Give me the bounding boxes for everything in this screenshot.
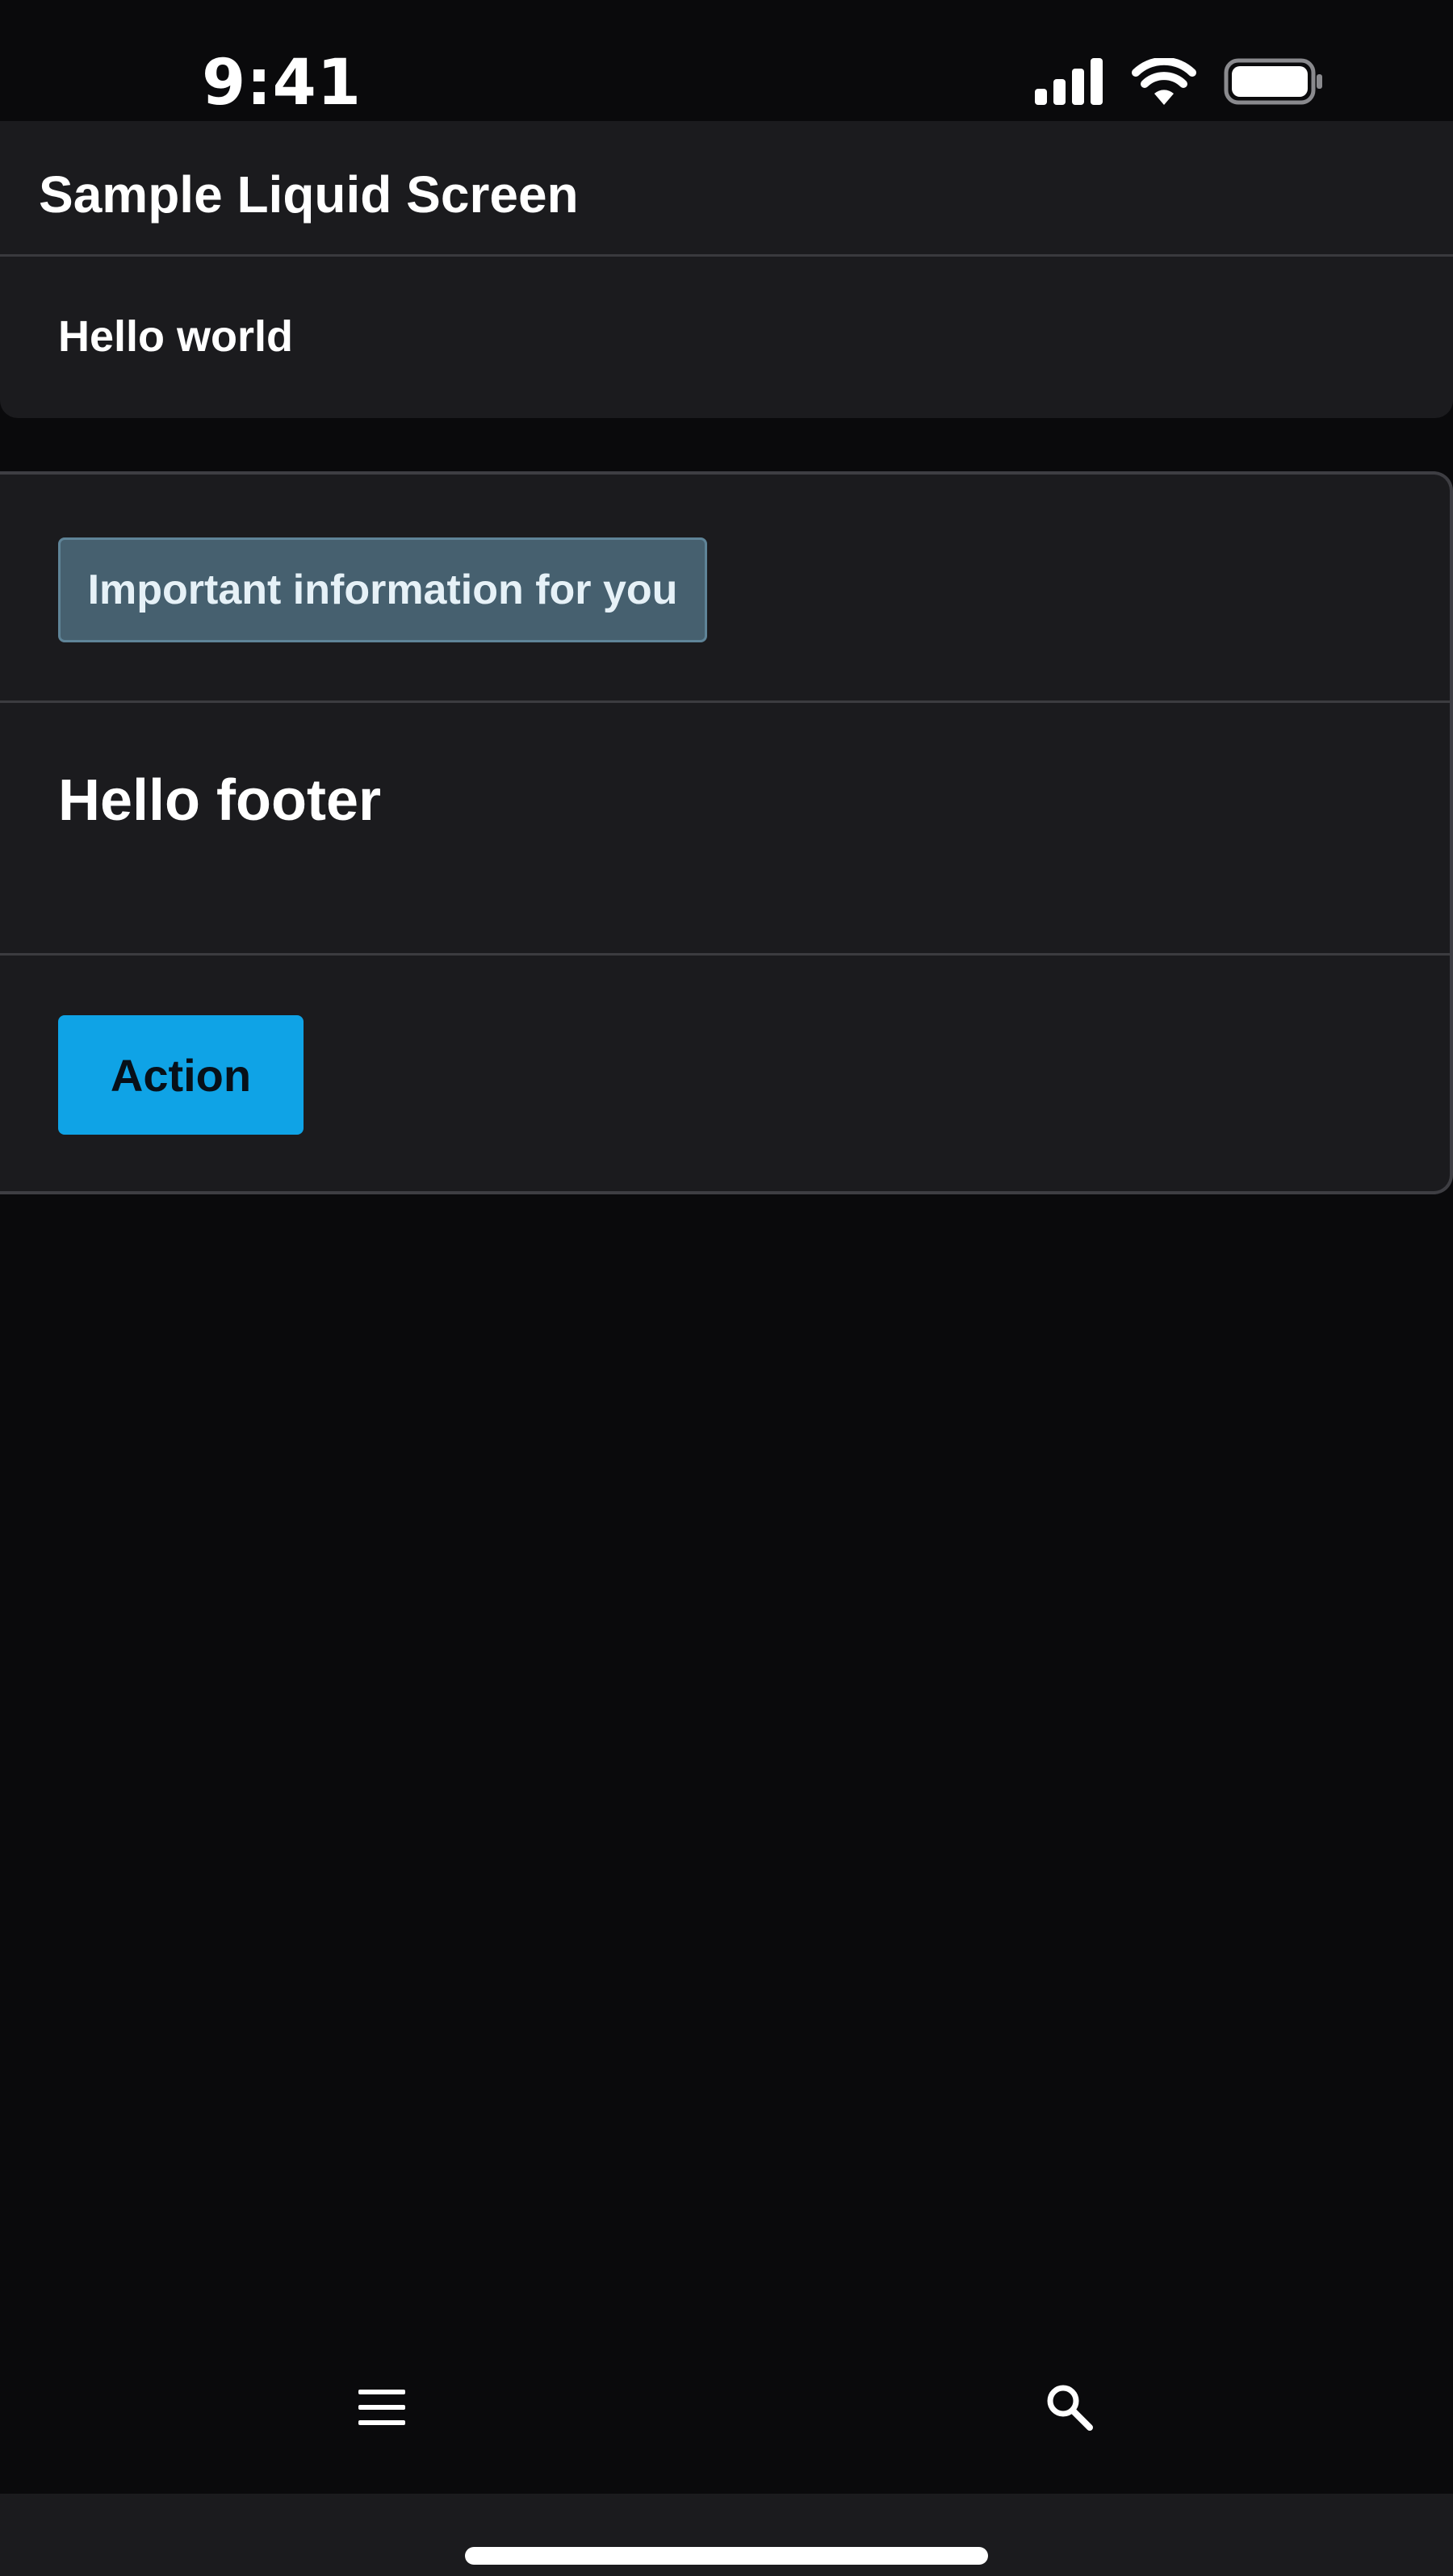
footer-text: Hello footer (58, 768, 382, 833)
menu-icon (358, 2389, 405, 2429)
page-title: Sample Liquid Screen (39, 165, 579, 224)
status-time: 9:41 (202, 47, 362, 119)
greeting-text: Hello world (58, 312, 294, 361)
cellular-signal-icon (1035, 58, 1104, 109)
greeting-card: Hello world (0, 257, 1453, 418)
menu-button[interactable] (345, 2373, 418, 2445)
status-bar: 9:41 (0, 0, 1453, 121)
search-icon (1045, 2383, 1094, 2436)
bottom-nav (0, 2308, 1453, 2494)
home-indicator-area (0, 2494, 1453, 2576)
status-icons (1035, 56, 1324, 109)
app-header: Sample Liquid Screen (0, 121, 1453, 257)
search-button[interactable] (1033, 2373, 1106, 2445)
footer-section: Hello footer (0, 703, 1450, 956)
action-section: Action (0, 956, 1450, 1194)
action-button[interactable]: Action (58, 1015, 304, 1135)
battery-icon (1224, 58, 1324, 109)
home-indicator[interactable] (465, 2547, 988, 2565)
info-section: Important information for you (0, 475, 1450, 703)
info-badge: Important information for you (58, 537, 707, 642)
content-panel: Important information for you Hello foot… (0, 471, 1453, 1194)
wifi-icon (1132, 56, 1196, 109)
